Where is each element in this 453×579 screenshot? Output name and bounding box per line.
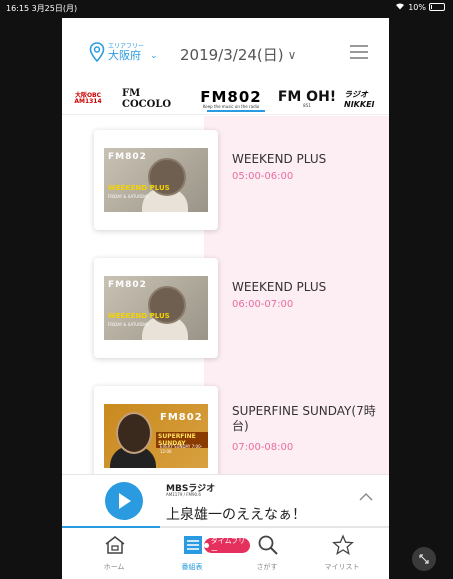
program-image: FM802 WEEKEND PLUS FRIDAY & SATURDAY xyxy=(104,276,208,340)
station-tab-fm-cocolo[interactable]: FM COCOLO xyxy=(122,88,192,110)
station-tab-radio-nikkei[interactable]: ラジオNIKKEI xyxy=(344,88,389,110)
program-time: 07:00-08:00 xyxy=(232,442,294,453)
status-time: 16:15 3月25日(月) xyxy=(6,4,78,13)
program-image: FM802 SUPERFINE SUNDAY EVERY SUNDAY 7:00… xyxy=(104,404,208,468)
chevron-up-icon[interactable] xyxy=(358,489,374,505)
program-thumbnail-card[interactable]: FM802 SUPERFINE SUNDAY EVERY SUNDAY 7:00… xyxy=(94,386,218,474)
program-thumbnail-card[interactable]: FM802 WEEKEND PLUS FRIDAY & SATURDAY xyxy=(94,130,218,230)
location-pin-icon xyxy=(89,42,105,62)
area-name: 大阪府 xyxy=(108,48,141,62)
program-title: WEEKEND PLUS xyxy=(232,280,327,294)
star-icon xyxy=(332,534,354,555)
selected-station-indicator xyxy=(207,110,265,112)
chevron-down-icon: ⌄ xyxy=(150,51,158,61)
program-title: SUPERFINE SUNDAY(7時台) xyxy=(232,404,376,433)
timefree-dot-icon xyxy=(204,543,209,548)
tab-search[interactable]: さがす xyxy=(237,530,297,576)
radiko-app: エリアフリー 大阪府 ⌄ 2019/3/24(日) ∨ 大阪OBC AM1314… xyxy=(62,18,389,579)
play-icon xyxy=(119,493,131,509)
program-image: FM802 WEEKEND PLUS FRIDAY & SATURDAY xyxy=(104,148,208,212)
play-button[interactable] xyxy=(105,482,143,520)
program-item[interactable]: FM802 WEEKEND PLUS FRIDAY & SATURDAY WEE… xyxy=(62,258,389,368)
tab-bar: ホーム 番組表 タイムフリー さがす マイリスト xyxy=(62,528,389,579)
program-time: 05:00-06:00 xyxy=(232,171,294,182)
battery-indicator: 10% xyxy=(395,2,445,12)
wifi-icon xyxy=(395,2,405,12)
tab-my-list[interactable]: マイリスト xyxy=(312,530,372,576)
program-title: WEEKEND PLUS xyxy=(232,152,327,166)
mini-player[interactable]: MBSラジオ AM1179 / FM90.6 上泉雄一のええなぁ！ xyxy=(62,474,389,527)
tab-home[interactable]: ホーム xyxy=(84,530,144,576)
program-item[interactable]: FM802 WEEKEND PLUS FRIDAY & SATURDAY WEE… xyxy=(62,130,389,240)
battery-icon xyxy=(429,3,445,11)
now-playing-title: 上泉雄一のええなぁ！ xyxy=(166,507,306,523)
program-time: 06:00-07:00 xyxy=(232,299,294,310)
program-list[interactable]: FM802 WEEKEND PLUS FRIDAY & SATURDAY WEE… xyxy=(62,116,389,474)
station-tab-fm802[interactable]: FM802 Keep the music on the radio xyxy=(197,88,265,110)
collapse-icon[interactable] xyxy=(412,547,436,571)
program-item[interactable]: FM802 SUPERFINE SUNDAY EVERY SUNDAY 7:00… xyxy=(62,386,389,474)
header: エリアフリー 大阪府 ⌄ 2019/3/24(日) ∨ xyxy=(62,18,389,82)
area-selector[interactable]: エリアフリー 大阪府 ⌄ xyxy=(89,42,158,62)
date-label: 2019/3/24(日) xyxy=(180,46,284,64)
chevron-down-icon: ∨ xyxy=(287,47,297,62)
status-bar: 16:15 3月25日(月) 10% xyxy=(0,0,453,16)
search-icon xyxy=(258,535,278,555)
program-guide-icon xyxy=(184,536,202,554)
station-tab-obc[interactable]: 大阪OBC AM1314 xyxy=(72,88,104,110)
program-thumbnail-card[interactable]: FM802 WEEKEND PLUS FRIDAY & SATURDAY xyxy=(94,258,218,358)
hamburger-menu-icon[interactable] xyxy=(350,45,368,59)
home-icon xyxy=(105,536,125,554)
battery-percent: 10% xyxy=(408,2,426,12)
date-selector[interactable]: 2019/3/24(日) ∨ xyxy=(180,44,296,65)
station-tab-fm-oh[interactable]: FM OH! 851 xyxy=(277,88,337,110)
now-playing-station-freq: AM1179 / FM90.6 xyxy=(166,492,201,497)
